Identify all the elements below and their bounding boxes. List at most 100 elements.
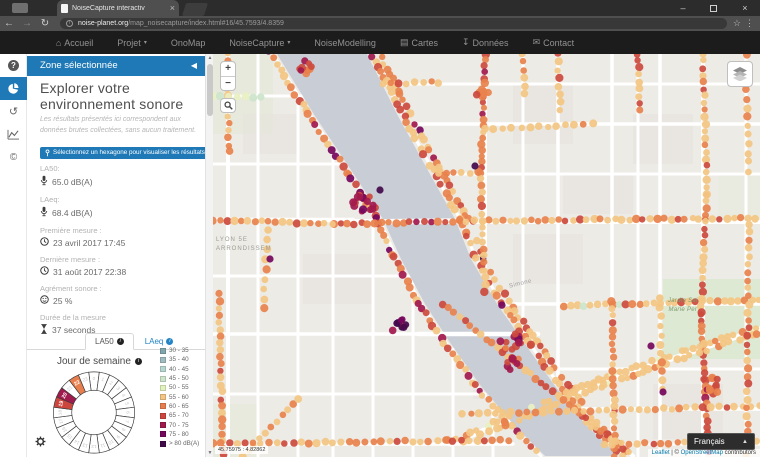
question-icon: ? [8,60,19,71]
map-canvas[interactable] [213,54,760,457]
nav-item-noisecapture[interactable]: NoiseCapture▾ [229,37,290,48]
legend-label: 35 - 40 [169,356,189,363]
settings-gear-icon[interactable] [35,434,46,452]
panel-header-title: Zone sélectionnée [40,60,118,71]
layers-control[interactable] [727,61,753,87]
legend-label: 55 - 60 [169,394,189,401]
legend-label: 70 - 75 [169,422,189,429]
stat-value: 65.0 dB(A) [40,175,200,188]
legend-row: 70 - 75 [160,420,205,429]
language-selector[interactable]: Français ▲ [687,433,755,450]
nav-item-label: Cartes [411,38,438,48]
stat-row: LA50:65.0 dB(A) [40,164,200,188]
nav-item-label: Projet [117,38,141,48]
nav-item-contact[interactable]: ✉Contact [533,37,575,48]
hour-donut-chart: 01234567891011121314151617181920212223 [35,368,153,457]
sidebar-panel: Zone sélectionnée ◀ Explorer votre envir… [27,54,205,457]
sidebar-scrollbar[interactable]: ▲ ▼ [205,54,213,457]
nav-items: ⌂AccueilProjet▾OnoMapNoiseCapture▾NoiseM… [56,37,574,48]
reload-icon[interactable]: ↻ [36,19,54,29]
tab-la50[interactable]: LA50i [85,333,134,350]
page-favicon [61,4,68,13]
clock-icon [40,237,49,248]
page-info-icon[interactable]: i [66,20,73,27]
back-icon[interactable]: ← [0,19,18,29]
info-icon: i [166,338,173,345]
bookmark-star-icon[interactable]: ☆ [733,18,741,29]
nav-item-label: OnoMap [171,38,206,48]
cursor-coordinates: 45.75975 : 4.82862 [215,446,268,454]
window-controls: – × [668,0,760,16]
url-path: /map_noisecapture/index.html#16/45.7593/… [128,20,284,27]
nav-item-label: Accueil [64,38,93,48]
svg-text:18: 18 [57,410,63,416]
window-minimize-button[interactable]: – [680,3,685,13]
main-content: ? ↺ © Zone sélectionnée ◀ [0,54,760,457]
legend-swatch [160,441,166,447]
hint-badge: Sélectionnez un hexagone pour visualiser… [40,147,205,159]
tab-title: NoiseCapture interactiv [72,5,167,12]
envelope-icon: ✉ [533,37,541,48]
stat-value: 68.4 dB(A) [40,206,200,219]
download-icon: ↧ [462,37,470,48]
stat-value-text: 25 % [53,296,72,306]
nav-item-accueil[interactable]: ⌂Accueil [56,37,93,48]
search-button[interactable] [220,98,236,113]
timeline-button[interactable] [0,123,27,146]
stats-panel-button[interactable] [0,77,27,100]
nav-item-noisemodelling[interactable]: NoiseModelling [314,37,376,48]
legend-label: 50 - 55 [169,384,189,391]
legend-swatch [160,431,166,437]
stat-label: LAeq: [40,195,200,204]
hint-text: Sélectionnez un hexagone pour visualiser… [53,147,205,159]
nav-item-onomap[interactable]: OnoMap [171,37,206,48]
stat-label: Dernière mesure : [40,255,200,264]
clock-icon [40,266,49,277]
credits-button[interactable]: © [0,146,27,169]
nav-item-label: NoiseCapture [229,38,284,48]
stat-value-text: 31 août 2017 22:38 [53,267,126,277]
search-icon [224,101,233,110]
chevron-down-icon: ▾ [287,39,290,46]
legend-label: 30 - 35 [169,347,189,354]
notice-text: Les résultats présentés ici corresponden… [40,114,202,136]
history-button[interactable]: ↺ [0,100,27,123]
forward-icon[interactable]: → [18,19,36,29]
site-navbar: ⌂AccueilProjet▾OnoMapNoiseCapture▾NoiseM… [0,31,760,54]
legend-swatch [160,422,166,428]
collapse-panel-icon[interactable]: ◀ [191,56,197,76]
microphone-icon [40,175,48,188]
address-bar[interactable]: i noise-planet.org /map_noisecapture/ind… [60,18,727,29]
nav-item-projet[interactable]: Projet▾ [117,37,147,48]
browser-menu-icon[interactable]: ⋮ [745,18,754,29]
info-icon[interactable]: i [135,358,142,365]
nav-item-cartes[interactable]: ▤Cartes [400,37,438,48]
browser-app-icon[interactable] [12,3,28,13]
svg-text:12: 12 [91,443,97,449]
legend-row: 65 - 70 [160,411,205,420]
window-close-button[interactable]: × [742,3,747,13]
tab-label: LAeq [145,337,164,346]
osm-link[interactable]: OpenStreetMap [681,450,723,456]
help-button[interactable]: ? [0,54,27,77]
line-chart-icon [7,129,20,140]
stat-row: LAeq: 68.4 dB(A) [40,195,200,219]
zoom-in-button[interactable]: + [221,62,235,76]
legend-row: 55 - 60 [160,392,205,401]
noise-map[interactable]: LYON 5E ARRONDISSEM Simone Jardin Sai Ma… [213,54,760,457]
zoom-out-button[interactable]: − [221,76,235,90]
nav-item-donnees[interactable]: ↧Données [462,37,509,48]
window-maximize-button[interactable] [710,5,717,12]
legend-swatch [160,413,166,419]
browser-tab[interactable]: NoiseCapture interactiv × [57,0,179,16]
stat-label: Agrément sonore : [40,284,200,293]
chevron-down-icon: ▾ [144,39,147,46]
new-tab-button[interactable] [182,3,208,16]
copyright-icon: © [10,152,17,163]
legend-label: 75 - 80 [169,431,189,438]
leaflet-link[interactable]: Leaflet [652,450,670,456]
stat-value-text: 65.0 dB(A) [52,177,93,187]
tab-close-icon[interactable]: × [170,4,175,13]
caret-up-icon: ▲ [742,439,748,445]
stat-row: Agrément sonore : 25 % [40,284,200,306]
